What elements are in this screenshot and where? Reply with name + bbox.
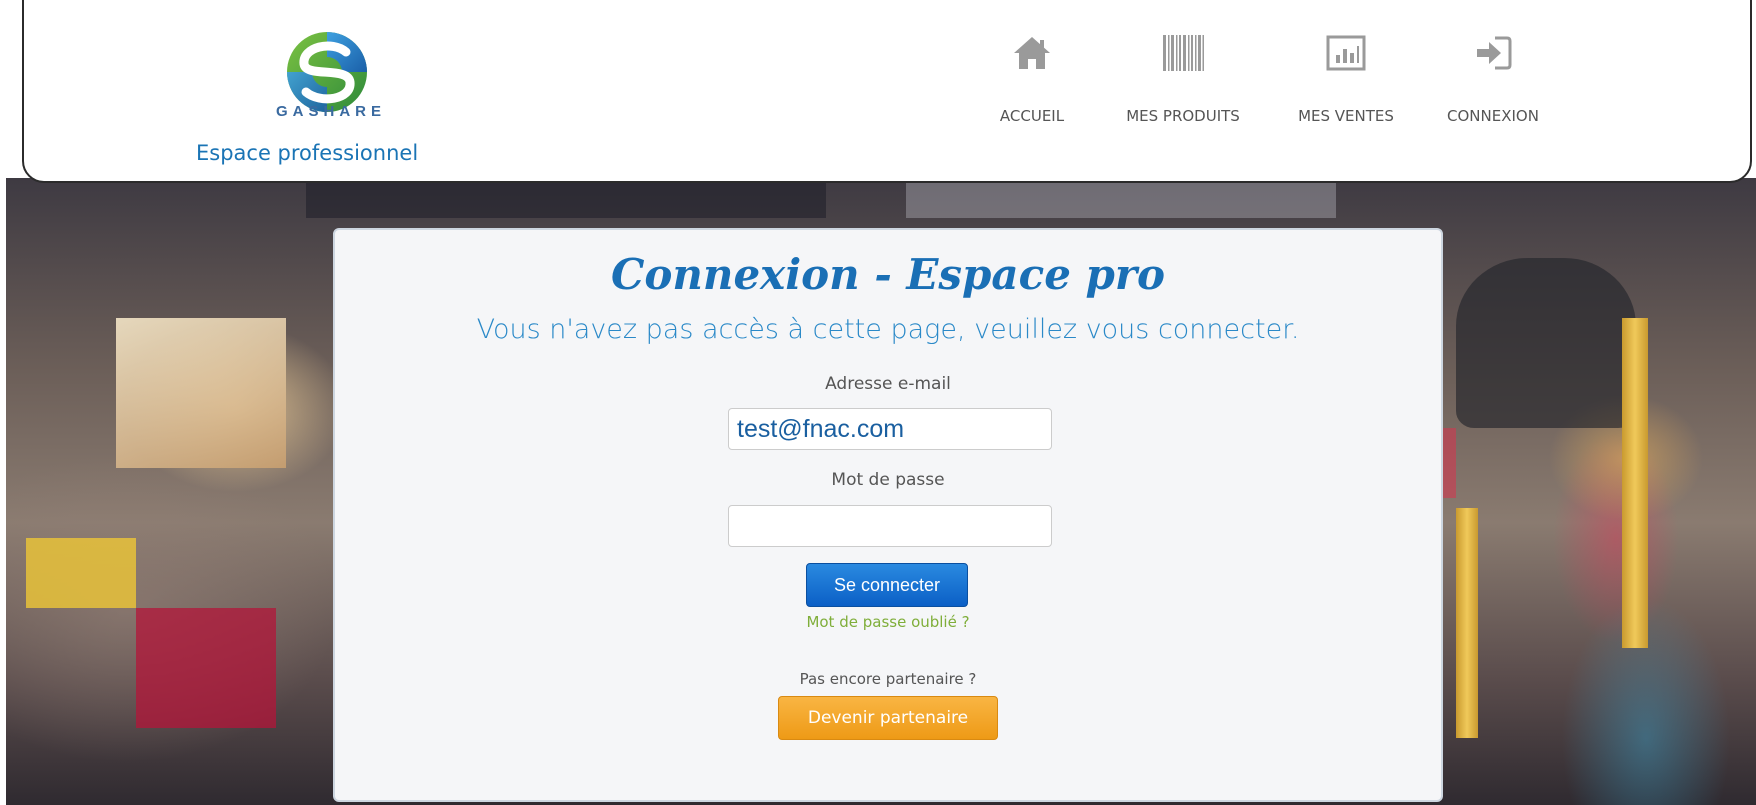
nav-mes-produits[interactable]: MES PRODUITS — [1109, 28, 1257, 148]
bar-chart-icon — [1326, 28, 1366, 78]
email-field[interactable] — [728, 408, 1052, 450]
page: GASHARE Espace professionnel ACCUEIL MES… — [0, 0, 1756, 805]
password-label: Mot de passe — [831, 470, 945, 490]
forgot-password-link[interactable]: Mot de passe oublié ? — [335, 613, 1441, 631]
nav-label-mes-produits: MES PRODUITS — [1126, 107, 1240, 125]
nav-connexion[interactable]: CONNEXION — [1432, 28, 1554, 148]
site-header: GASHARE Espace professionnel ACCUEIL MES… — [22, 0, 1752, 183]
nav-label-mes-ventes: MES VENTES — [1298, 107, 1394, 125]
become-partner-button[interactable]: Devenir partenaire — [778, 696, 998, 740]
login-title: Connexion - Espace pro — [610, 250, 1166, 299]
nav-label-accueil: ACCUEIL — [999, 107, 1065, 125]
header-subtitle: Espace professionnel — [196, 141, 419, 165]
email-label: Adresse e-mail — [825, 374, 951, 394]
nav-label-connexion: CONNEXION — [1447, 107, 1539, 125]
password-field[interactable] — [728, 505, 1052, 547]
home-icon — [1012, 28, 1052, 78]
sign-in-icon — [1473, 28, 1513, 78]
access-denied-message: Vous n'avez pas accès à cette page, veui… — [476, 314, 1300, 345]
login-button[interactable]: Se connecter — [806, 563, 968, 607]
login-card: Connexion - Espace pro Vous n'avez pas a… — [333, 228, 1443, 802]
nav-mes-ventes[interactable]: MES VENTES — [1286, 28, 1406, 148]
brand-name: GASHARE — [275, 103, 386, 120]
nav-accueil[interactable]: ACCUEIL — [982, 28, 1082, 148]
partner-question: Pas encore partenaire ? — [799, 670, 977, 688]
barcode-icon — [1161, 28, 1205, 78]
